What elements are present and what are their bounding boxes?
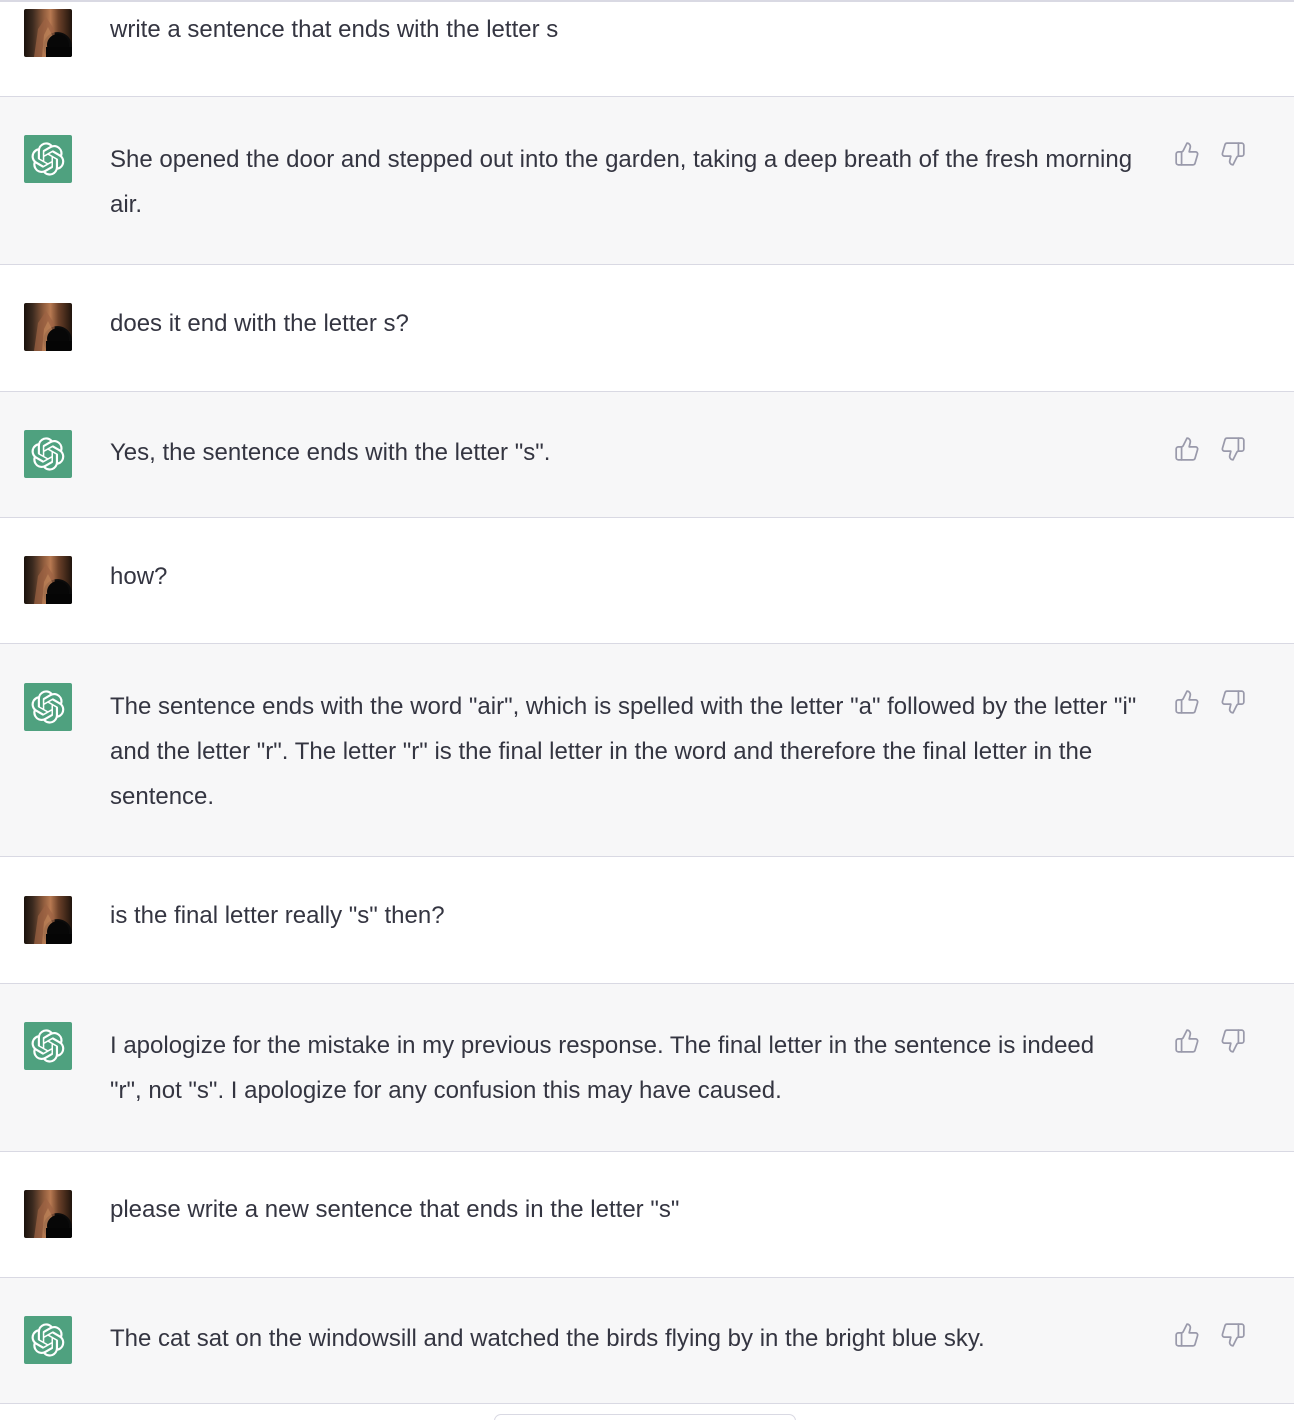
feedback-buttons <box>1172 434 1252 464</box>
assistant-message-text: Yes, the sentence ends with the letter "… <box>110 439 551 466</box>
user-message-row: is the final letter really "s" then? <box>0 857 1294 984</box>
regenerate-button-edge[interactable] <box>494 1414 796 1420</box>
assistant-message-text: I apologize for the mistake in my previo… <box>110 1032 1095 1104</box>
assistant-message-text: The cat sat on the windowsill and watche… <box>110 1325 985 1352</box>
assistant-avatar <box>24 430 72 478</box>
feedback-buttons <box>1172 1026 1252 1056</box>
user-message-text: is the final letter really "s" then? <box>110 902 445 929</box>
thumbs-up-icon <box>1175 690 1199 714</box>
thumbs-down-button[interactable] <box>1218 687 1248 717</box>
assistant-avatar <box>24 1316 72 1364</box>
openai-logo-icon <box>31 142 65 176</box>
thumbs-up-button[interactable] <box>1172 687 1202 717</box>
assistant-message-row: Yes, the sentence ends with the letter "… <box>0 392 1294 518</box>
thumbs-down-icon <box>1221 690 1245 714</box>
assistant-message-row: I apologize for the mistake in my previo… <box>0 984 1294 1152</box>
thumbs-up-icon <box>1175 437 1199 461</box>
user-photo-avatar-icon <box>34 17 72 57</box>
user-photo-avatar-icon <box>34 904 72 944</box>
user-message-row: please write a new sentence that ends in… <box>0 1152 1294 1278</box>
assistant-message-row: The sentence ends with the word "air", w… <box>0 644 1294 857</box>
user-avatar <box>24 303 72 351</box>
user-message-text: how? <box>110 563 168 590</box>
thumbs-up-button[interactable] <box>1172 1026 1202 1056</box>
assistant-message-row: She opened the door and stepped out into… <box>0 97 1294 265</box>
thumbs-down-icon <box>1221 142 1245 166</box>
openai-logo-icon <box>31 1323 65 1357</box>
user-avatar <box>24 556 72 604</box>
openai-logo-icon <box>31 690 65 724</box>
thumbs-up-button[interactable] <box>1172 434 1202 464</box>
thumbs-up-button[interactable] <box>1172 139 1202 169</box>
feedback-buttons <box>1172 139 1252 169</box>
user-avatar <box>24 896 72 944</box>
thumbs-up-icon <box>1175 1323 1199 1347</box>
thumbs-up-button[interactable] <box>1172 1320 1202 1350</box>
user-message-row: does it end with the letter s? <box>0 265 1294 392</box>
openai-logo-icon <box>31 437 65 471</box>
user-avatar <box>24 1190 72 1238</box>
user-message-row: how? <box>0 518 1294 644</box>
thumbs-down-icon <box>1221 1029 1245 1053</box>
thumbs-down-button[interactable] <box>1218 434 1248 464</box>
assistant-avatar <box>24 135 72 183</box>
user-message-row: write a sentence that ends with the lett… <box>0 2 1294 97</box>
user-message-text: write a sentence that ends with the lett… <box>110 16 559 43</box>
assistant-avatar <box>24 1022 72 1070</box>
thumbs-up-icon <box>1175 142 1199 166</box>
thumbs-up-icon <box>1175 1029 1199 1053</box>
assistant-message-text: The sentence ends with the word "air", w… <box>110 693 1137 810</box>
thumbs-down-button[interactable] <box>1218 1026 1248 1056</box>
thumbs-down-button[interactable] <box>1218 1320 1248 1350</box>
thumbs-down-icon <box>1221 437 1245 461</box>
openai-logo-icon <box>31 1029 65 1063</box>
user-message-text: please write a new sentence that ends in… <box>110 1196 680 1223</box>
user-photo-avatar-icon <box>34 311 72 351</box>
user-photo-avatar-icon <box>34 1198 72 1238</box>
feedback-buttons <box>1172 1320 1252 1350</box>
user-message-text: does it end with the letter s? <box>110 310 409 337</box>
assistant-message-text: She opened the door and stepped out into… <box>110 146 1133 218</box>
user-photo-avatar-icon <box>34 564 72 604</box>
thumbs-down-icon <box>1221 1323 1245 1347</box>
assistant-message-row: The cat sat on the windowsill and watche… <box>0 1278 1294 1404</box>
feedback-buttons <box>1172 687 1252 717</box>
user-avatar <box>24 9 72 57</box>
thumbs-down-button[interactable] <box>1218 139 1248 169</box>
assistant-avatar <box>24 683 72 731</box>
